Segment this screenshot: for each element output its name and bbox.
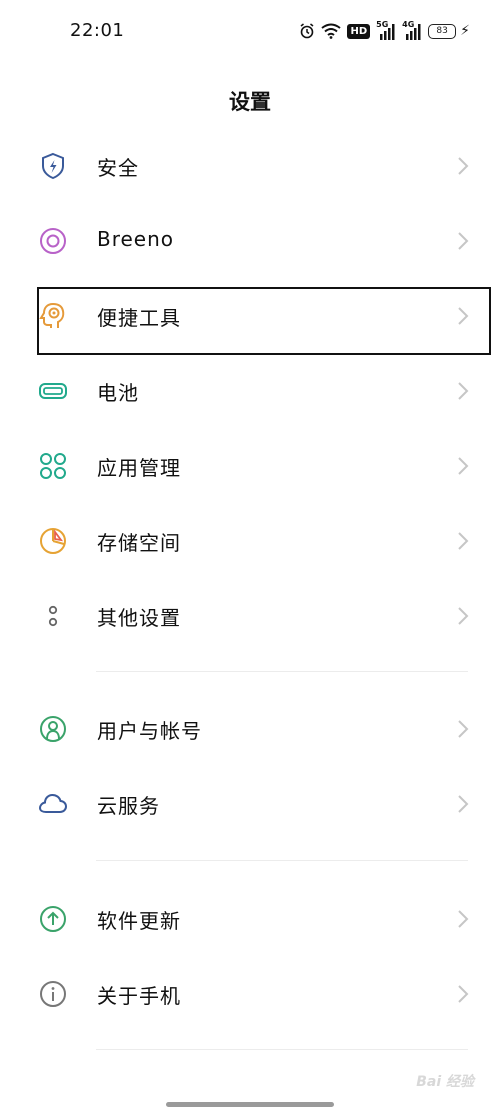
- signal-5g-icon: 5G: [376, 21, 396, 40]
- apps-icon: [40, 453, 66, 479]
- settings-item-convenience-tools[interactable]: 便捷工具: [0, 286, 500, 346]
- settings-item-label: 存储空间: [97, 531, 181, 555]
- settings-screen: 22:01 HD 5G 4G 83 ⚡ 设置 安全 Breeno 便捷工具 电池…: [0, 0, 500, 1111]
- hd-badge: HD: [347, 23, 371, 39]
- home-indicator[interactable]: [166, 1102, 334, 1107]
- breeno-icon: [40, 228, 66, 254]
- software-update-icon: [40, 906, 66, 932]
- chevron-right-icon: [458, 985, 469, 1003]
- charging-icon: ⚡: [460, 23, 470, 39]
- wifi-icon: [321, 23, 342, 39]
- settings-item-other-settings[interactable]: 其他设置: [0, 586, 500, 646]
- signal-4g-icon: 4G: [402, 21, 422, 40]
- more-settings-icon: [48, 605, 58, 627]
- section-divider: [96, 671, 468, 672]
- chevron-right-icon: [458, 457, 469, 475]
- settings-item-label: 云服务: [97, 794, 160, 818]
- chevron-right-icon: [458, 232, 469, 250]
- page-title: 设置: [229, 90, 271, 114]
- chevron-right-icon: [458, 795, 469, 813]
- cloud-icon: [38, 793, 68, 813]
- chevron-right-icon: [458, 720, 469, 738]
- about-phone-icon: [40, 981, 66, 1007]
- settings-item-label: 用户与帐号: [97, 719, 202, 743]
- storage-icon: [40, 528, 66, 554]
- chevron-right-icon: [458, 307, 469, 325]
- settings-item-software-update[interactable]: 软件更新: [0, 889, 500, 949]
- settings-item-label: 关于手机: [97, 984, 181, 1008]
- settings-item-user-accounts[interactable]: 用户与帐号: [0, 699, 500, 759]
- settings-item-app-management[interactable]: 应用管理: [0, 436, 500, 496]
- convenience-tools-icon: [39, 302, 65, 328]
- battery-level: 83: [436, 26, 448, 36]
- chevron-right-icon: [458, 607, 469, 625]
- battery-indicator: 83: [428, 23, 457, 39]
- settings-item-battery[interactable]: 电池: [0, 361, 500, 421]
- chevron-right-icon: [458, 532, 469, 550]
- chevron-right-icon: [458, 382, 469, 400]
- settings-item-label: 便捷工具: [97, 306, 181, 330]
- chevron-right-icon: [458, 910, 469, 928]
- settings-item-storage[interactable]: 存储空间: [0, 511, 500, 571]
- status-icons: HD 5G 4G 83 ⚡: [299, 20, 470, 42]
- section-divider: [96, 1049, 468, 1050]
- status-time: 22:01: [70, 20, 125, 41]
- settings-item-about-phone[interactable]: 关于手机: [0, 964, 500, 1024]
- settings-item-label: 软件更新: [97, 909, 181, 933]
- battery-icon: [39, 383, 67, 399]
- settings-item-label: 安全: [97, 156, 139, 180]
- settings-item-label: 其他设置: [97, 606, 181, 630]
- settings-item-label: 应用管理: [97, 456, 181, 480]
- settings-item-label: Breeno: [97, 227, 175, 251]
- section-divider: [96, 860, 468, 861]
- settings-item-label: 电池: [97, 381, 139, 405]
- status-bar: 22:01 HD 5G 4G 83 ⚡: [0, 0, 500, 64]
- shield-icon: [42, 152, 64, 180]
- settings-item-breeno[interactable]: Breeno: [0, 211, 500, 271]
- user-account-icon: [40, 716, 66, 742]
- chevron-right-icon: [458, 157, 469, 175]
- alarm-icon: [301, 23, 314, 39]
- settings-item-cloud-service[interactable]: 云服务: [0, 774, 500, 834]
- settings-item-security[interactable]: 安全: [0, 136, 500, 196]
- watermark: Bai 经验: [416, 1074, 474, 1090]
